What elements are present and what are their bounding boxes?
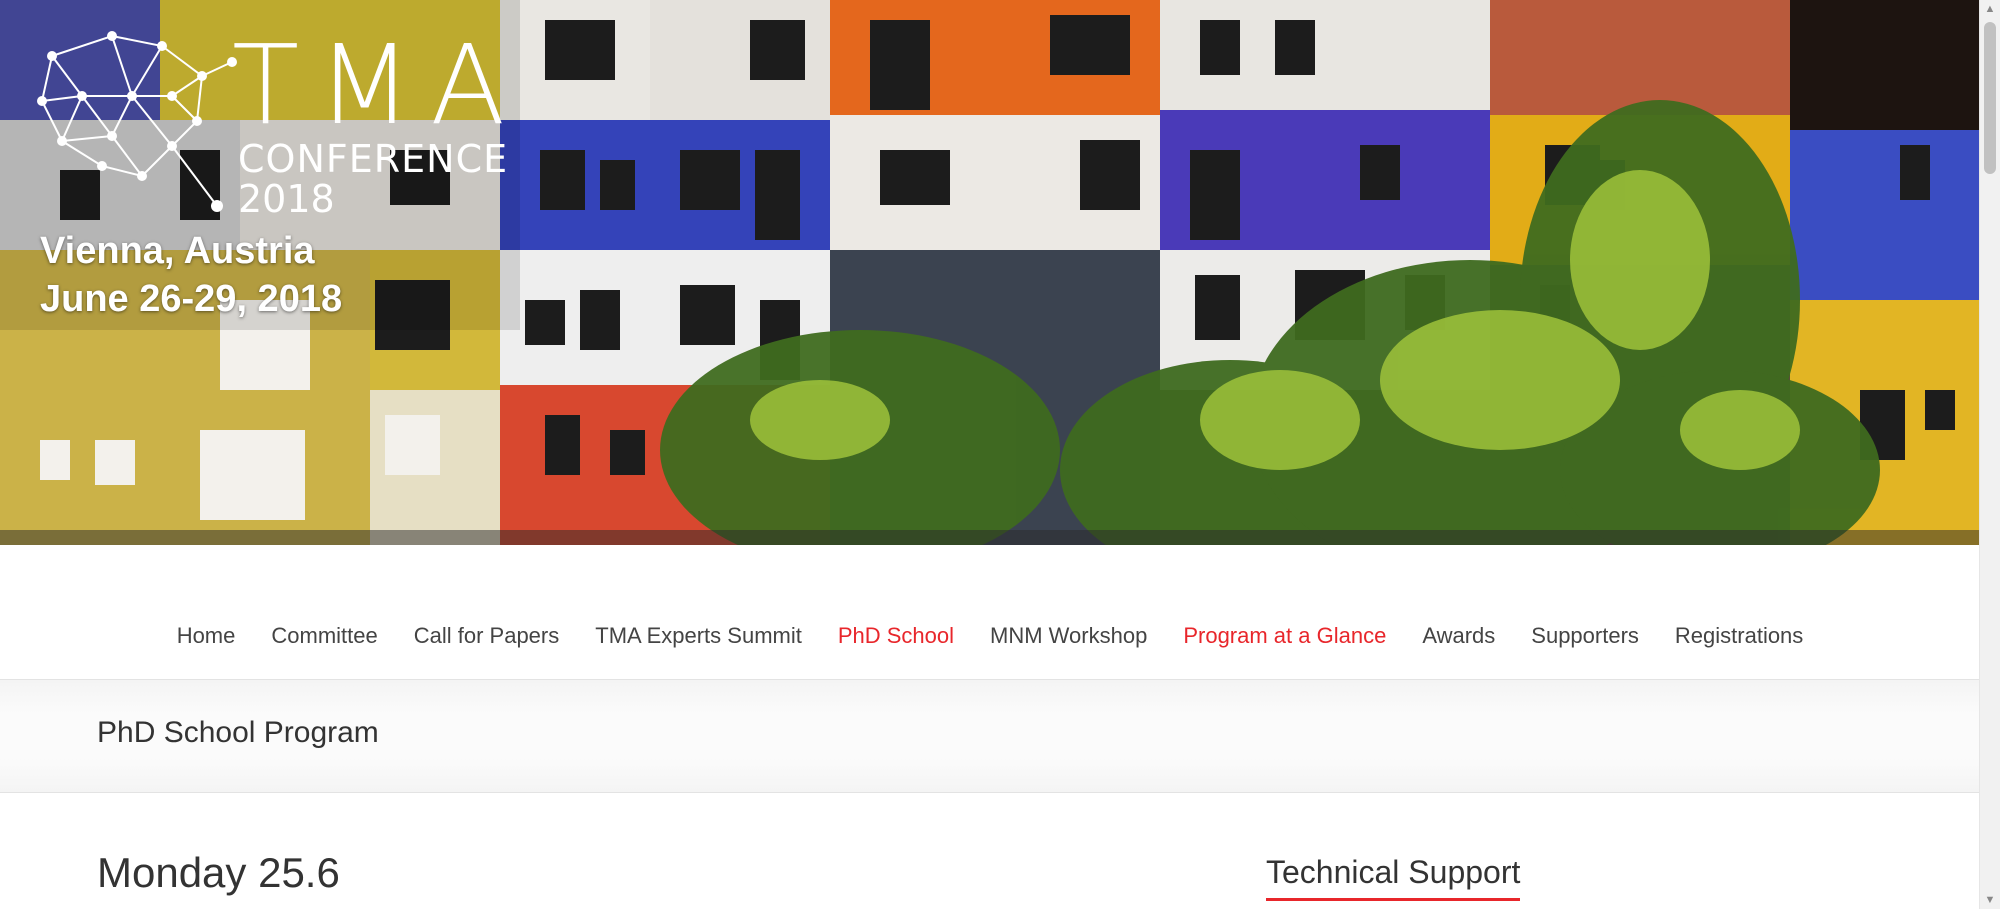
scrollbar-thumb[interactable] xyxy=(1984,22,1996,174)
main-navigation: Home Committee Call for Papers TMA Exper… xyxy=(0,545,1980,680)
page-title: PhD School Program xyxy=(97,716,379,749)
logo-conference-text: CONFERENCE xyxy=(238,137,509,181)
nav-item-awards[interactable]: Awards xyxy=(1404,623,1513,649)
nav-item-committee[interactable]: Committee xyxy=(253,623,395,649)
nav-item-supporters[interactable]: Supporters xyxy=(1513,623,1657,649)
nav-item-mnm-workshop[interactable]: MNM Workshop xyxy=(972,623,1165,649)
page-scrollbar[interactable]: ▲ ▼ xyxy=(1979,0,2000,909)
scroll-down-arrow-icon[interactable]: ▼ xyxy=(1980,891,2000,909)
logo-year-text: 2018 xyxy=(238,177,335,221)
nav-item-home[interactable]: Home xyxy=(159,623,254,649)
nav-item-call-for-papers[interactable]: Call for Papers xyxy=(396,623,578,649)
hero-dates: June 26-29, 2018 xyxy=(40,278,343,320)
sidebar-widget-title: Technical Support xyxy=(1266,856,1521,901)
nav-menu: Home Committee Call for Papers TMA Exper… xyxy=(0,623,1980,649)
nav-item-registrations[interactable]: Registrations xyxy=(1657,623,1821,649)
nav-item-program-at-a-glance[interactable]: Program at a Glance xyxy=(1165,623,1404,649)
page-title-bar: PhD School Program xyxy=(0,680,1980,793)
nav-item-tma-experts-summit[interactable]: TMA Experts Summit xyxy=(577,623,820,649)
day-heading: Monday 25.6 xyxy=(97,849,340,896)
page: TMA CONFERENCE 2018 Vienna, Austria June… xyxy=(0,0,2000,909)
logo-tma-text: TMA xyxy=(232,21,524,149)
nav-item-phd-school[interactable]: PhD School xyxy=(820,623,972,649)
hero-location: Vienna, Austria xyxy=(40,230,315,272)
hero-banner: TMA CONFERENCE 2018 Vienna, Austria June… xyxy=(0,0,1980,545)
scroll-up-arrow-icon[interactable]: ▲ xyxy=(1980,0,2000,18)
